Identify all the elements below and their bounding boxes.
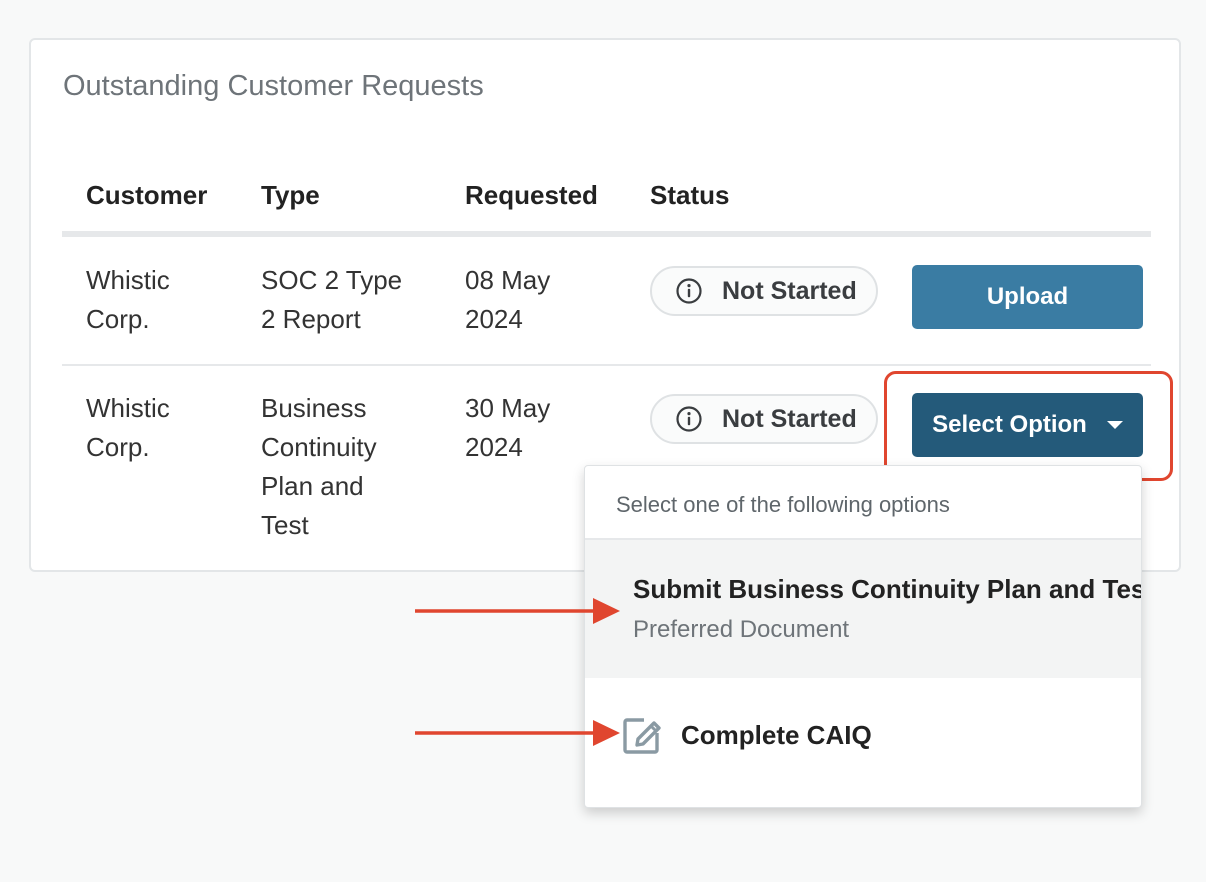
- column-header-type: Type: [261, 180, 320, 210]
- row-2-type: Business Continuity Plan and Test: [261, 393, 377, 540]
- option-title: Submit Business Continuity Plan and Test: [633, 574, 1142, 604]
- status-label: Not Started: [722, 404, 857, 433]
- option-complete-caiq[interactable]: Complete CAIQ: [585, 678, 1141, 806]
- column-header-status: Status: [650, 180, 730, 210]
- info-icon: [676, 406, 702, 432]
- option-submit-document[interactable]: Submit Business Continuity Plan and Test…: [585, 540, 1141, 678]
- options-dropdown-menu: Select one of the following options Subm…: [584, 465, 1142, 808]
- status-label: Not Started: [722, 276, 857, 305]
- upload-button[interactable]: Upload: [912, 265, 1143, 329]
- row-2-requested: 30 May 2024: [465, 393, 551, 462]
- info-icon: [676, 278, 702, 304]
- row-divider: [62, 364, 1151, 366]
- column-header-requested: Requested: [465, 180, 598, 210]
- header-divider: [62, 231, 1151, 237]
- card-title: Outstanding Customer Requests: [63, 70, 484, 102]
- option-subtitle: Preferred Document: [633, 616, 850, 643]
- arrow-right-icon: [415, 720, 620, 746]
- arrow-right-icon: [415, 598, 620, 624]
- column-header-customer: Customer: [86, 180, 208, 210]
- status-badge: Not Started: [650, 266, 878, 316]
- row-2-customer: Whistic Corp.: [86, 393, 170, 462]
- option-title: Complete CAIQ: [681, 720, 872, 750]
- row-1-customer: Whistic Corp.: [86, 265, 170, 334]
- row-1-type: SOC 2 Type 2 Report: [261, 265, 403, 334]
- edit-icon: [623, 718, 661, 754]
- dropdown-hint: Select one of the following options: [616, 492, 950, 517]
- row-1-requested: 08 May 2024: [465, 265, 551, 334]
- status-badge: Not Started: [650, 394, 878, 444]
